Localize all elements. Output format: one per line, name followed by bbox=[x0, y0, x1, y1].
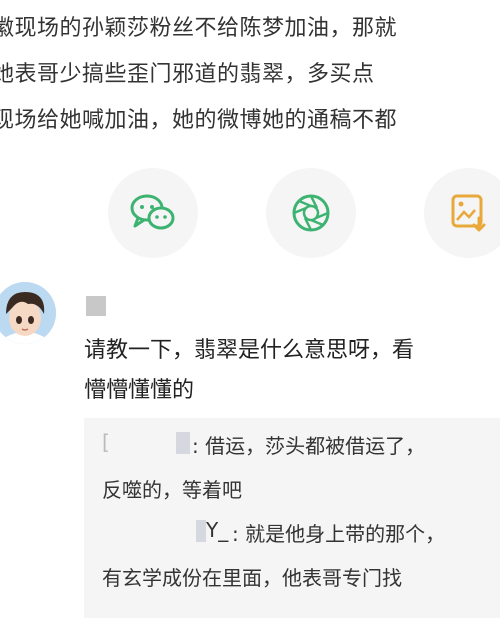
save-image-icon bbox=[451, 194, 486, 232]
reply-text: 反噬的，等着吧 bbox=[102, 478, 242, 502]
avatar-image bbox=[0, 282, 56, 344]
save-image-button[interactable] bbox=[424, 168, 500, 258]
reply-text: : 借运，莎头都被借运了， bbox=[192, 434, 426, 458]
username[interactable] bbox=[86, 296, 106, 316]
article-line: 现场给她喊加油，她的微博她的通稿不都 bbox=[0, 108, 398, 133]
avatar[interactable] bbox=[0, 282, 56, 344]
reply-username-blur bbox=[176, 432, 190, 454]
comment-text: 懵懵懂懂的 bbox=[84, 378, 195, 403]
article-line: 她表哥少搞些歪门邪道的翡翠，多买点 bbox=[0, 62, 375, 87]
wechat-icon bbox=[130, 194, 175, 230]
share-wechat-button[interactable] bbox=[108, 168, 198, 258]
reply-username[interactable]: [ bbox=[102, 430, 110, 454]
article-line: 徽现场的孙颖莎粉丝不给陈梦加油，那就 bbox=[0, 16, 398, 41]
reply-username-blur bbox=[196, 520, 206, 542]
reply-text: 有玄学成份在里面，他表哥专门找 bbox=[102, 566, 402, 590]
share-moments-button[interactable] bbox=[266, 168, 356, 258]
reply-box[interactable]: [ : 借运，莎头都被借运了， 反噬的，等着吧 Y_ : 就是他身上带的那个， … bbox=[84, 418, 500, 618]
comment-text: 请教一下，翡翠是什么意思呀，看 bbox=[84, 338, 415, 363]
moments-icon bbox=[292, 194, 330, 232]
reply-text: : 就是他身上带的那个， bbox=[232, 522, 446, 546]
reply-username[interactable]: Y_ bbox=[206, 518, 228, 542]
